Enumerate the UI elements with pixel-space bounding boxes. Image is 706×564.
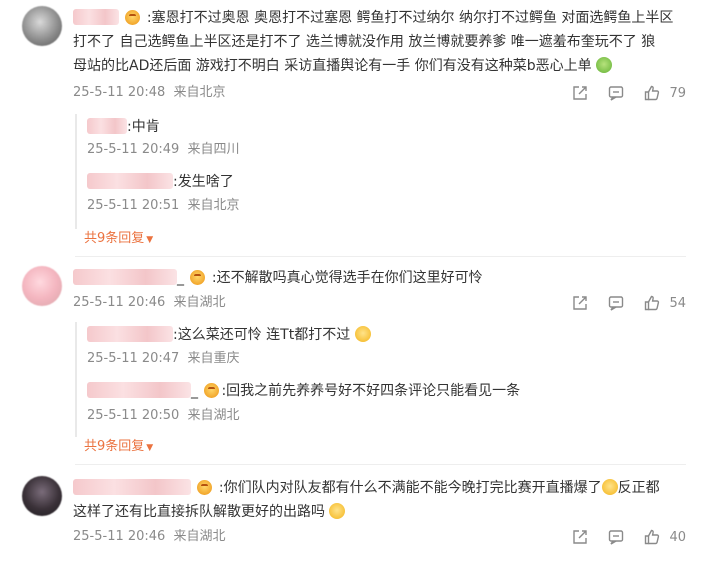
username[interactable] [73,9,119,25]
username[interactable] [73,479,191,495]
comment-time: 25-5-11 20:46 [73,295,166,310]
comment-icon[interactable] [607,528,625,546]
reply-meta: 25-5-11 20:47 来自重庆 [87,351,240,366]
reply-item: _ :回我之前先养养号好不好四条评论只能看见一条 [87,381,520,401]
comment-icon[interactable] [607,294,625,312]
comment-time: 25-5-11 20:48 [73,85,166,100]
username[interactable] [87,173,173,189]
comment-text: :你们队内对队友都有什么不满能不能今晚打完比赛开直播爆了 反正都 这样了还有比直接… [73,479,660,520]
reply-meta: 25-5-11 20:50 来自湖北 [87,408,240,423]
avatar[interactable] [22,6,62,46]
reply-text: :回我之前先养养号好不好四条评论只能看见一条 [221,383,521,399]
username[interactable] [87,326,173,342]
more-replies-link[interactable]: 共9条回复 ▼ [84,230,153,249]
laughing-face-emoji-icon [354,326,371,342]
caret-down-icon: ▼ [146,443,154,453]
reply-item: :中肯 [87,117,160,137]
smirk-face-emoji-icon [329,503,346,519]
thumbs-up-icon[interactable] [643,528,661,546]
reply-meta: 25-5-11 20:49 来自四川 [87,142,240,157]
like-count: 40 [669,529,686,545]
share-icon[interactable] [571,294,589,312]
username[interactable] [87,382,191,398]
fan-badge-icon [197,480,213,495]
share-icon[interactable] [571,84,589,102]
caret-down-icon: ▼ [146,235,154,245]
more-replies-link[interactable]: 共9条回复 ▼ [84,438,153,457]
like-count: 79 [669,85,686,101]
reply-text: :中肯 [127,119,160,135]
like-count: 54 [669,295,686,311]
username[interactable] [73,269,177,285]
comment-time: 25-5-11 20:46 [73,529,166,544]
username[interactable] [87,118,127,134]
reply-text: :这么菜还可怜 连Tt都打不过 [173,327,351,343]
reply-item: :这么菜还可怜 连Tt都打不过 [87,325,371,345]
comment-actions: 79 [553,83,686,103]
comment-3: :你们队内对队友都有什么不满能不能今晚打完比赛开直播爆了 反正都 这样了还有比直接… [0,472,706,564]
thumbs-up-icon[interactable] [643,84,661,102]
divider [75,256,686,257]
divider [75,464,686,465]
comment-actions: 54 [553,293,686,313]
reply-text: :发生啥了 [173,174,234,190]
fan-badge-icon [190,270,206,285]
comment-text: _ :还不解散吗真心觉得选手在你们这里好可怜 [73,266,693,290]
comment-location: 来自北京 [173,85,226,100]
comment-meta: 25-5-11 20:46 来自湖北 [73,528,226,546]
comment-location: 来自湖北 [173,529,226,544]
fan-badge-icon [125,10,141,25]
reply-list: :中肯 25-5-11 20:49 来自四川 :发生啥了 25-5-11 20:… [75,114,686,229]
comment-location: 来自湖北 [173,295,226,310]
comment-actions: 40 [553,527,686,547]
comment-1: :塞恩打不过奥恩 奥恩打不过塞恩 鳄鱼打不过纳尔 纳尔打不过鳄鱼 对面选鳄鱼上半… [0,0,706,250]
comment-meta: 25-5-11 20:48 来自北京 [73,84,226,102]
comment-meta: 25-5-11 20:46 来自湖北 [73,294,226,312]
share-icon[interactable] [571,528,589,546]
reply-meta: 25-5-11 20:51 来自北京 [87,198,240,213]
avatar[interactable] [22,266,62,306]
smirk-face-emoji-icon [601,479,618,495]
reply-list: :这么菜还可怜 连Tt都打不过 25-5-11 20:47 来自重庆 _ :回我… [75,322,686,437]
fan-badge-icon [204,383,220,398]
comment-2: _ :还不解散吗真心觉得选手在你们这里好可怜 25-5-11 20:46 来自湖… [0,262,706,462]
thumbs-up-icon[interactable] [643,294,661,312]
comment-icon[interactable] [607,84,625,102]
avatar[interactable] [22,476,62,516]
reply-item: :发生啥了 [87,172,234,192]
sick-face-emoji-icon [596,57,613,73]
comment-text: :塞恩打不过奥恩 奥恩打不过塞恩 鳄鱼打不过纳尔 纳尔打不过鳄鱼 对面选鳄鱼上半… [73,9,674,74]
